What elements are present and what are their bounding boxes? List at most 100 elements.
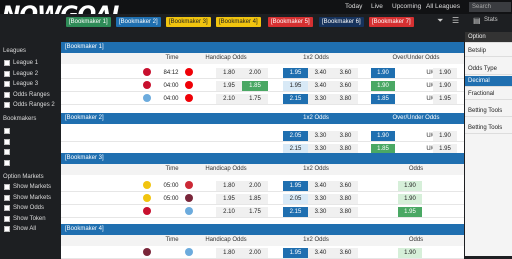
option-checkbox[interactable] [4, 226, 10, 232]
league-checkbox[interactable] [4, 70, 10, 77]
bookmakers-title: Bookmakers [3, 116, 37, 122]
bookmaker-tab[interactable]: [Bookmaker 7] [369, 17, 414, 27]
bookmaker-checkbox[interactable] [4, 138, 10, 145]
team-home-crest-icon [143, 248, 151, 256]
odds-o3[interactable]: 1.90 [433, 81, 457, 91]
odds-h2[interactable]: 2.00 [242, 181, 268, 191]
odds-x1[interactable]: 1.95 [283, 248, 308, 258]
search-input[interactable]: Search [469, 2, 511, 12]
option-checkbox[interactable] [4, 194, 10, 201]
fractional-option[interactable]: Fractional [465, 89, 512, 100]
odds-x1[interactable]: 1.95 [283, 181, 308, 191]
odds-x1[interactable]: 1.95 [283, 68, 308, 78]
table-row: 84:121.802.001.953.403.601.90U/0 2.51.90 [61, 66, 464, 79]
odds-h1[interactable]: 1.80 [216, 181, 242, 191]
odds-h2[interactable]: 1.75 [242, 94, 268, 104]
bookmaker-tab[interactable]: [Bookmaker 1] [66, 17, 111, 27]
odds-o3[interactable]: 1.90 [398, 181, 422, 191]
odds-x1[interactable]: 2.05 [283, 194, 308, 204]
odds-x2[interactable]: 3.40 [308, 181, 333, 191]
nav-today[interactable]: Today [345, 2, 362, 12]
odds-x2[interactable]: 3.40 [308, 81, 333, 91]
column-header: Time Handicap Odds 1x2 Odds Odds [61, 164, 464, 175]
bookmaker-section-header: [Bookmaker 4] [61, 224, 464, 235]
odds-x3[interactable]: 3.80 [333, 94, 358, 104]
league-label: Odds Ranges [13, 91, 50, 98]
odds-o3[interactable]: 1.90 [398, 248, 422, 258]
odds-x1[interactable]: 2.05 [283, 131, 308, 141]
option-checkbox[interactable] [4, 205, 10, 211]
odds-h2[interactable]: 1.85 [242, 81, 268, 91]
odds-h1[interactable]: 1.95 [216, 81, 242, 91]
league-checkbox[interactable] [4, 91, 10, 98]
odds-o3[interactable]: 1.95 [398, 207, 422, 217]
bookmaker-tab[interactable]: [Bookmaker 6] [319, 17, 364, 27]
odds-x3[interactable]: 3.80 [333, 207, 358, 217]
odds-h2[interactable]: 1.85 [242, 194, 268, 204]
team-away-crest-icon [185, 248, 193, 256]
option-checkbox[interactable] [4, 215, 10, 222]
bookmaker-section-header: [Bookmaker 1] [61, 42, 464, 53]
odds-x3[interactable]: 3.60 [333, 68, 358, 78]
odds-x3[interactable]: 3.60 [333, 81, 358, 91]
nav-upcoming[interactable]: Upcoming [392, 2, 421, 12]
betting-tools-1[interactable]: Betting Tools [465, 106, 512, 117]
option-checkbox[interactable] [4, 184, 10, 190]
odds-h2[interactable]: 2.00 [242, 68, 268, 78]
betslip-item[interactable]: Betslip [465, 46, 512, 57]
odds-x1[interactable]: 2.15 [283, 94, 308, 104]
league-checkbox[interactable] [4, 60, 10, 66]
bookmaker-checkbox[interactable] [4, 159, 10, 166]
bookmaker-tab[interactable]: [Bookmaker 5] [268, 17, 313, 27]
column-header-handicap: Handicap Odds [205, 166, 247, 172]
bookmaker-checkbox[interactable] [4, 149, 10, 155]
odds-h2[interactable]: 1.75 [242, 207, 268, 217]
odds-o3[interactable]: 1.95 [433, 94, 457, 104]
odds-o3[interactable]: 1.90 [433, 131, 457, 141]
bookmaker-tab[interactable]: [Bookmaker 2] [116, 17, 161, 27]
nav-live[interactable]: Live [371, 2, 383, 12]
odds-x3[interactable]: 3.80 [333, 131, 358, 141]
odds-x1[interactable]: 1.95 [283, 81, 308, 91]
league-checkbox[interactable] [4, 81, 10, 87]
odds-h1[interactable]: 1.95 [216, 194, 242, 204]
odds-x2[interactable]: 3.40 [308, 248, 333, 258]
table-row: 1.802.001.953.403.60U/0 2.51.90 [61, 246, 464, 259]
odds-x2[interactable]: 3.40 [308, 68, 333, 78]
stats-icon[interactable]: ▤ [473, 16, 481, 25]
betting-tools-2[interactable]: Betting Tools [465, 123, 512, 134]
sort-icon[interactable]: ☰ [452, 16, 459, 25]
odds-x2[interactable]: 3.30 [308, 94, 333, 104]
odds-x2[interactable]: 3.30 [308, 207, 333, 217]
nav-all-leagues[interactable]: All Leagues [426, 2, 460, 12]
odds-o1[interactable]: 1.85 [371, 94, 395, 104]
league-checkbox[interactable] [4, 102, 10, 108]
odds-h1[interactable]: 2.10 [216, 207, 242, 217]
odds-o1[interactable]: 1.90 [371, 81, 395, 91]
bookmaker-section-title: [Bookmaker 3] [65, 155, 104, 161]
odds-h1[interactable]: 1.80 [216, 248, 242, 258]
odds-h1[interactable]: 2.10 [216, 94, 242, 104]
filter-icon[interactable]: ⏷ [437, 16, 443, 26]
bookmaker-checkbox[interactable] [4, 128, 10, 134]
bookmaker-tab[interactable]: [Bookmaker 4] [216, 17, 261, 27]
odds-x1[interactable]: 2.15 [283, 207, 308, 217]
bookmaker-tab[interactable]: [Bookmaker 3] [166, 17, 211, 27]
odds-h2[interactable]: 2.00 [242, 248, 268, 258]
column-header-x12: 1x2 Odds [303, 115, 329, 121]
option-label[interactable]: Option [465, 32, 512, 43]
odds-x3[interactable]: 3.60 [333, 181, 358, 191]
odds-h1[interactable]: 1.80 [216, 68, 242, 78]
odds-x3[interactable]: 3.80 [333, 194, 358, 204]
decimal-option[interactable]: Decimal [465, 76, 512, 87]
odds-x3[interactable]: 3.60 [333, 248, 358, 258]
odds-o1[interactable]: 1.90 [371, 68, 395, 78]
odds-o3[interactable]: 1.90 [398, 194, 422, 204]
odds-o3[interactable]: 1.90 [433, 68, 457, 78]
odds-x2[interactable]: 3.30 [308, 131, 333, 141]
odds-o1[interactable]: 1.90 [371, 131, 395, 141]
odds-x2[interactable]: 3.30 [308, 194, 333, 204]
stats-label[interactable]: Stats [484, 17, 498, 23]
option-markets-title: Option Markets [3, 174, 44, 180]
odds-time: 04:00 [163, 83, 179, 89]
